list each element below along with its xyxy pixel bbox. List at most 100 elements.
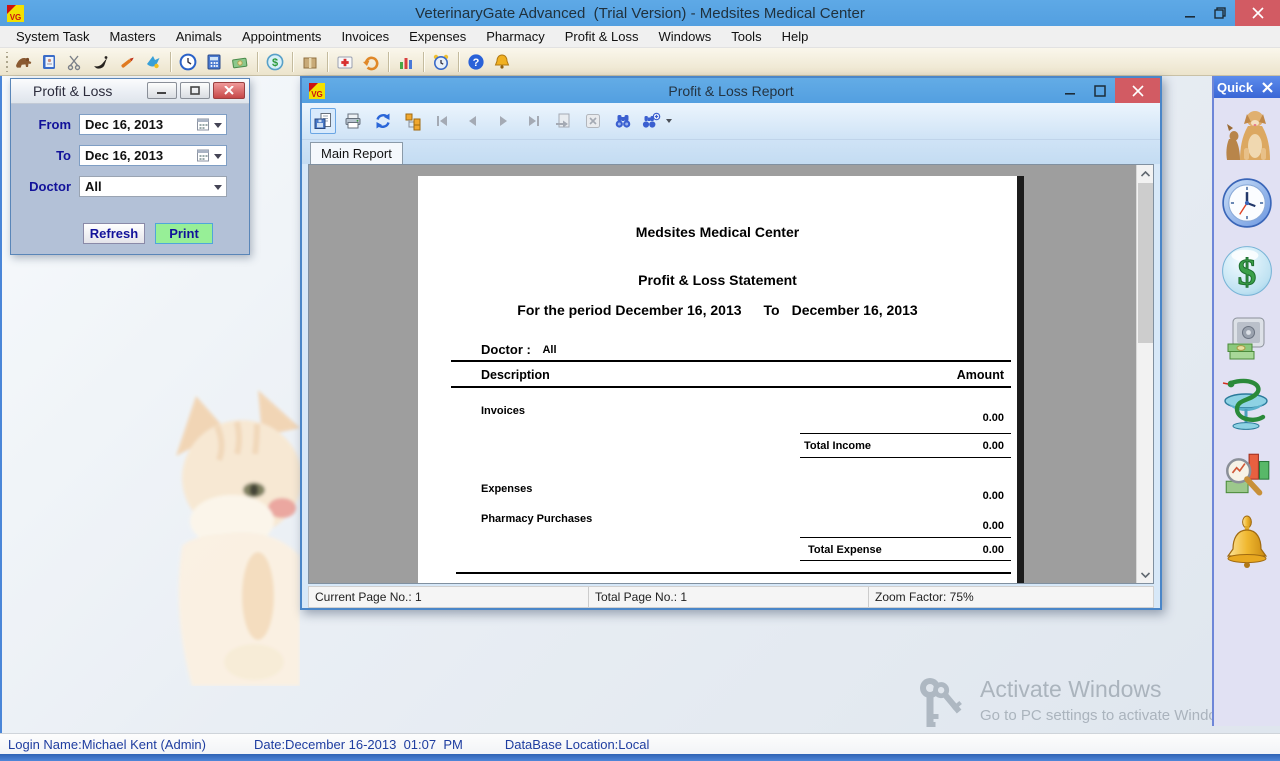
report-scrollbar[interactable] [1136, 165, 1153, 583]
total-income-label: Total Income [804, 440, 871, 452]
maximize-icon [190, 86, 200, 95]
dropdown-arrow-icon[interactable] [214, 123, 222, 128]
next-page-button[interactable] [490, 108, 516, 134]
quick-pets-button[interactable] [1219, 104, 1275, 166]
previous-page-button[interactable] [460, 108, 486, 134]
bell-icon [1221, 514, 1273, 572]
reminder-bell-icon[interactable] [490, 50, 514, 74]
print-report-button[interactable] [340, 108, 366, 134]
report-doctor-value: All [542, 344, 556, 356]
clock-icon [1220, 176, 1274, 230]
address-book-icon[interactable] [37, 50, 61, 74]
from-date-field[interactable]: Dec 16, 2013 [79, 114, 227, 135]
quick-reports-button[interactable] [1219, 444, 1275, 506]
print-icon [343, 111, 363, 131]
export-icon [313, 111, 333, 131]
cancel-button[interactable] [580, 108, 606, 134]
minimize-icon [157, 86, 167, 95]
to-date-field[interactable]: Dec 16, 2013 [79, 145, 227, 166]
menu-masters[interactable]: Masters [99, 26, 165, 48]
bird-icon[interactable] [89, 50, 113, 74]
svg-text:?: ? [473, 57, 480, 69]
undo-icon[interactable] [359, 50, 383, 74]
quick-panel: Quick [1212, 76, 1280, 726]
first-page-button[interactable] [430, 108, 456, 134]
chart-icon[interactable] [394, 50, 418, 74]
goto-page-icon [553, 111, 573, 131]
dialog-maximize-button[interactable] [180, 82, 210, 99]
menu-windows[interactable]: Windows [648, 26, 721, 48]
money-note-icon[interactable] [228, 50, 252, 74]
calendar-icon[interactable] [197, 118, 210, 131]
menu-pharmacy[interactable]: Pharmacy [476, 26, 555, 48]
report-maximize-button[interactable] [1085, 78, 1115, 103]
svg-text:$: $ [272, 57, 278, 69]
dropdown-arrow-icon[interactable] [214, 154, 222, 159]
report-close-button[interactable] [1115, 78, 1160, 103]
find-button[interactable] [610, 108, 636, 134]
period-prefix: For the period [517, 302, 611, 318]
refresh-button[interactable]: Refresh [83, 223, 145, 244]
refresh-report-button[interactable] [370, 108, 396, 134]
report-viewport[interactable]: Medsites Medical Center Profit & Loss St… [308, 164, 1154, 584]
quick-pharmacy-button[interactable] [1219, 376, 1275, 438]
dialog-close-button[interactable] [213, 82, 245, 99]
cash-safe-icon [1221, 313, 1273, 365]
report-period-line: For the periodDecember 16, 2013ToDecembe… [418, 302, 1017, 318]
client-area: Activate Windows Go to PC settings to ac… [0, 76, 1280, 733]
menu-system-task[interactable]: System Task [6, 26, 99, 48]
scroll-down-icon[interactable] [1137, 566, 1154, 583]
dollar-coin-icon[interactable]: $ [263, 50, 287, 74]
package-icon[interactable] [298, 50, 322, 74]
restore-icon [1214, 7, 1226, 19]
help-icon[interactable]: ? [464, 50, 488, 74]
grooming-scissors-icon[interactable] [63, 50, 87, 74]
dialog-minimize-button[interactable] [147, 82, 177, 99]
toggle-group-tree-button[interactable] [400, 108, 426, 134]
quick-appointments-button[interactable] [1219, 172, 1275, 234]
paint-bird-icon[interactable] [141, 50, 165, 74]
restore-button[interactable] [1205, 0, 1235, 26]
scrollbar-thumb[interactable] [1138, 183, 1153, 343]
report-statusbar: Current Page No.: 1 Total Page No.: 1 Zo… [308, 586, 1154, 608]
watermark-subtitle: Go to PC settings to activate Windows. [980, 707, 1239, 724]
goto-page-button[interactable] [550, 108, 576, 134]
toolbar-separator [292, 52, 293, 72]
menu-animals[interactable]: Animals [166, 26, 232, 48]
previous-page-icon [464, 112, 482, 130]
alarm-icon[interactable] [429, 50, 453, 74]
medicine-icon[interactable] [333, 50, 357, 74]
billing-calculator-icon[interactable] [202, 50, 226, 74]
calendar-icon[interactable] [197, 149, 210, 162]
quick-money-button[interactable]: $ [1219, 240, 1275, 302]
minimize-button[interactable] [1175, 0, 1205, 26]
report-minimize-button[interactable] [1055, 78, 1085, 103]
pen-icon[interactable] [115, 50, 139, 74]
last-page-button[interactable] [520, 108, 546, 134]
tab-main-report[interactable]: Main Report [310, 142, 403, 164]
doctor-select[interactable]: All [79, 176, 227, 197]
row-label: Invoices [481, 405, 525, 417]
menu-help[interactable]: Help [772, 26, 819, 48]
menu-appointments[interactable]: Appointments [232, 26, 332, 48]
quick-panel-close-button[interactable] [1258, 78, 1276, 96]
zoom-button[interactable] [640, 108, 676, 134]
export-button[interactable] [310, 108, 336, 134]
quick-reminders-button[interactable] [1219, 512, 1275, 574]
menu-expenses[interactable]: Expenses [399, 26, 476, 48]
quick-expenses-button[interactable] [1219, 308, 1275, 370]
toolbar-grip[interactable] [3, 52, 10, 72]
print-button[interactable]: Print [155, 223, 213, 244]
scroll-up-icon[interactable] [1137, 165, 1154, 182]
row-label: Expenses [481, 483, 532, 495]
toolbar-separator [423, 52, 424, 72]
zoom-icon [641, 111, 675, 131]
main-titlebar: VG VeterinaryGate Advanced (Trial Versio… [0, 0, 1280, 26]
animals-icon[interactable] [11, 50, 35, 74]
appointments-clock-icon[interactable] [176, 50, 200, 74]
menu-tools[interactable]: Tools [721, 26, 771, 48]
close-button[interactable] [1235, 0, 1280, 26]
report-rule [800, 457, 1011, 458]
menu-invoices[interactable]: Invoices [331, 26, 399, 48]
menu-profit-loss[interactable]: Profit & Loss [555, 26, 649, 48]
